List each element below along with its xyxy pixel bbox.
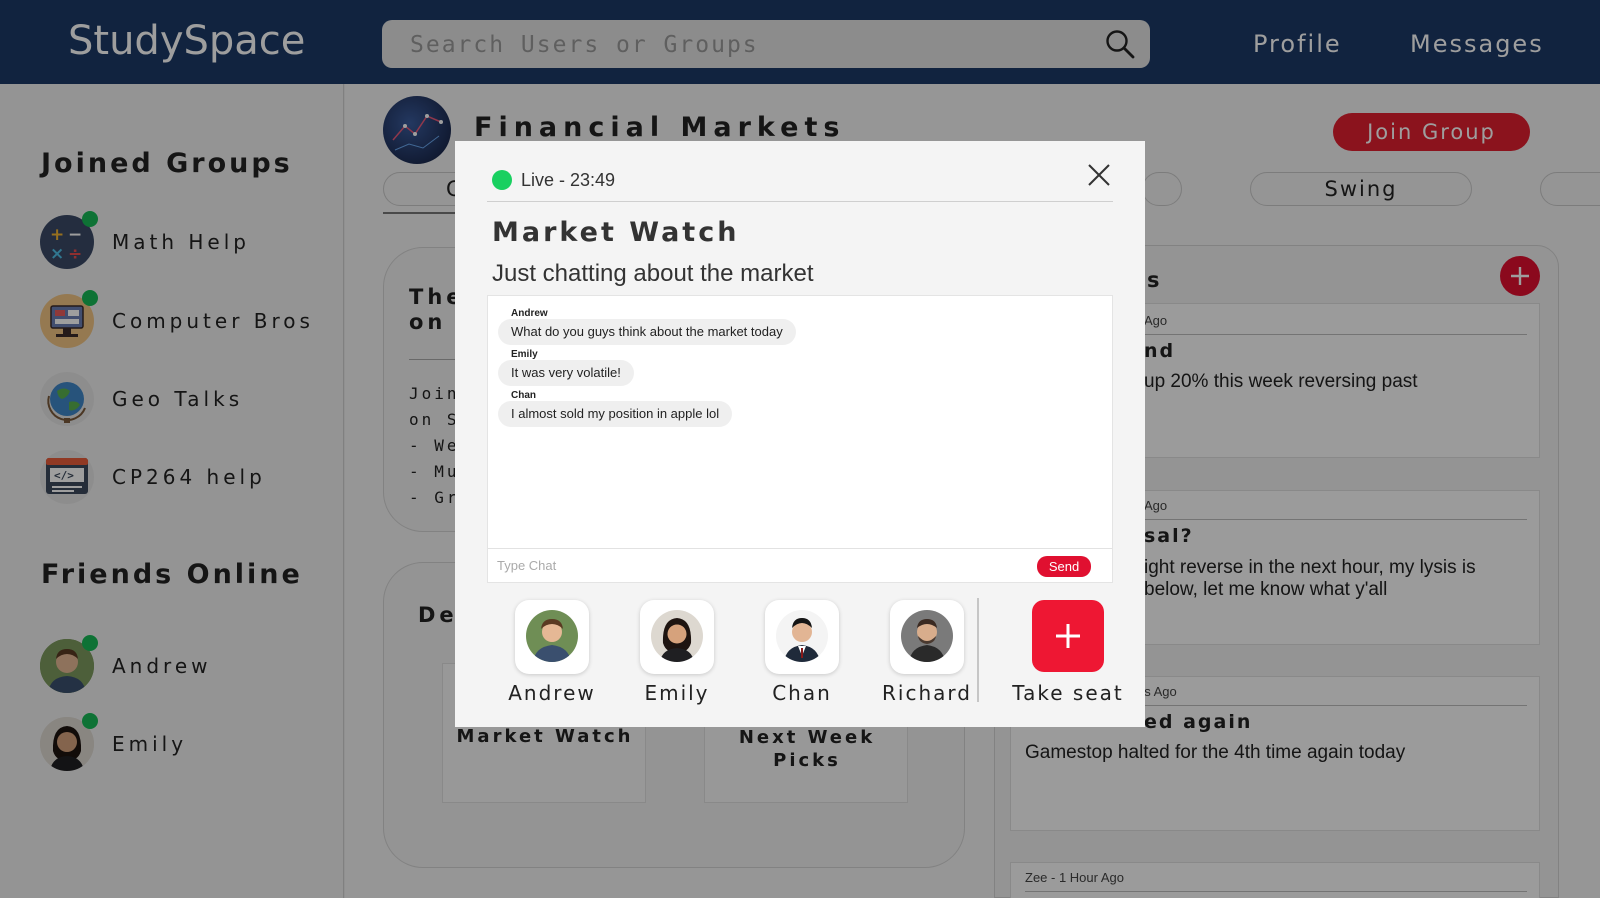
chat-message: It was very volatile! (498, 360, 634, 386)
take-seat-label: Take seat (1012, 681, 1124, 705)
seat-name: Emily (644, 681, 710, 705)
avatar (651, 610, 703, 662)
take-seat-button[interactable] (1032, 600, 1104, 672)
seat-avatar-card (765, 600, 839, 674)
close-icon[interactable] (1087, 163, 1111, 187)
message-author: Chan (511, 390, 536, 401)
room-title: Market Watch (492, 217, 740, 248)
seat-name: Richard (882, 681, 972, 705)
room-description: Just chatting about the market (492, 260, 814, 287)
seat-avatar-card (890, 600, 964, 674)
seat-avatar-card (515, 600, 589, 674)
chat-panel: Andrew What do you guys think about the … (487, 295, 1113, 583)
chat-input-bar: Type Chat Send (488, 548, 1112, 582)
send-button[interactable]: Send (1037, 556, 1091, 577)
live-status: Live - 23:49 (521, 170, 616, 190)
message-author: Andrew (511, 308, 548, 319)
seat-avatar-card (640, 600, 714, 674)
seat-divider (977, 598, 979, 702)
seat-name: Andrew (508, 681, 596, 705)
chat-input[interactable]: Type Chat (497, 558, 556, 573)
live-room-modal: Live - 23:49 Market Watch Just chatting … (455, 141, 1145, 727)
chat-message: What do you guys think about the market … (498, 319, 796, 345)
avatar (526, 610, 578, 662)
modal-divider (487, 201, 1113, 202)
chat-message: I almost sold my position in apple lol (498, 401, 733, 427)
plus-icon (1056, 624, 1080, 648)
avatar (776, 610, 828, 662)
seat-name: Chan (772, 681, 832, 705)
avatar (901, 610, 953, 662)
message-author: Emily (511, 349, 538, 360)
live-indicator-icon (492, 170, 512, 190)
